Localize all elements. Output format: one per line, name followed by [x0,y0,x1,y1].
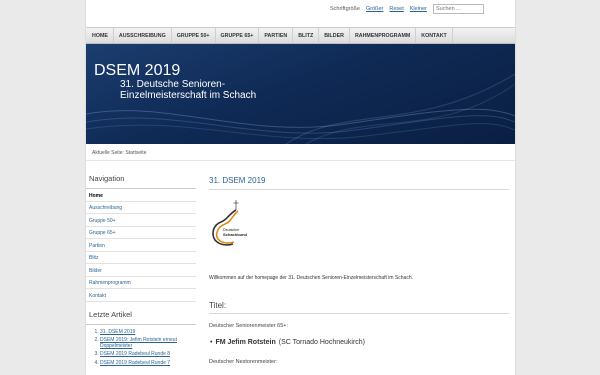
breadcrumb: Aktuelle Seite: Startseite [92,150,147,156]
font-smaller-link[interactable]: Kleiner [410,6,427,12]
sidebar-item-ausschreibung[interactable]: Ausschreibung [86,202,196,214]
nav-ausschreibung[interactable]: AUSSCHREIBUNG [114,28,172,43]
divider [86,160,515,161]
nav-gruppe-50[interactable]: GRUPPE 50+ [172,28,216,43]
champion-entry: • FM Jefim Rotstein (SC Tornado Hochneuk… [209,339,509,346]
latest-article-link[interactable]: 31. DSEM 2019 [100,328,196,336]
nav-kontakt[interactable]: KONTAKT [416,28,453,43]
main-nav: HOME AUSSCHREIBUNG GRUPPE 50+ GRUPPE 65+… [86,27,515,44]
latest-article-link[interactable]: DSEM 2019: Jefim Rotstein erneut Doppelm… [100,336,196,351]
nav-bilder[interactable]: BILDER [319,28,350,43]
sidebar-item-bilder[interactable]: Bilder [86,264,196,277]
sidebar-item-kontakt[interactable]: Kontakt [86,289,196,302]
font-size-controls: Schriftgröße Größer Reset Kleiner [330,6,427,12]
latest-article-link[interactable]: DSEM 2019 Radebeul Runde 7 [100,359,196,367]
sidebar-nav-list: Home Ausschreibung Gruppe 50+ Gruppe 65+… [86,189,196,302]
latest-articles-heading: Letzte Artikel [86,306,196,325]
main-content: 31. DSEM 2019 Deutscher Schachbund Willk… [209,170,509,365]
sidebar-item-rahmenprogramm[interactable]: Rahmenprogramm [86,277,196,289]
champion-name: FM Jefim Rotstein [215,339,276,346]
page: Schriftgröße Größer Reset Kleiner HOME A… [86,0,515,375]
nav-blitz[interactable]: BLITZ [293,28,320,43]
nav-home[interactable]: HOME [86,28,114,43]
logo-text-2: Schachbund [223,232,248,237]
font-reset-link[interactable]: Reset [389,6,403,12]
nestor-champion-label: Deutscher Nestorenmeister: [209,359,278,365]
site-subtitle: 31. Deutsche Senioren-Einzelmeisterschaf… [120,79,257,101]
search-input[interactable] [433,4,484,14]
senior-champion-label: Deutscher Seniorenmeister 65+: [209,323,289,329]
sidebar-nav-heading: Navigation [86,170,196,189]
latest-article-link[interactable]: DSEM 2019 Radebeul Runde 8 [100,350,196,358]
nav-rahmenprogramm[interactable]: RAHMENPROGRAMM [350,28,417,43]
nav-partien[interactable]: PARTIEN [259,28,294,43]
nav-gruppe-65[interactable]: GRUPPE 65+ [216,28,260,43]
bullet-icon: • [210,339,213,346]
latest-articles-list: 31. DSEM 2019 DSEM 2019: Jefim Rotstein … [86,328,196,367]
sidebar-item-home[interactable]: Home [86,189,196,202]
schachbund-logo: Deutscher Schachbund [212,200,248,246]
sidebar: Navigation Home Ausschreibung Gruppe 50+… [86,170,196,367]
section-title: Titel: [209,301,509,314]
sidebar-item-partien[interactable]: Partien [86,239,196,252]
sidebar-item-gruppe-50[interactable]: Gruppe 50+ [86,214,196,227]
site-title: DSEM 2019 [94,62,181,79]
font-bigger-link[interactable]: Größer [366,6,383,12]
header-banner: DSEM 2019 31. Deutsche Senioren-Einzelme… [86,44,515,144]
champion-club: (SC Tornado Hochneukirch) [278,339,365,346]
sidebar-item-gruppe-65[interactable]: Gruppe 65+ [86,227,196,239]
font-size-label: Schriftgröße [330,6,360,12]
welcome-text: Willkommen auf der homepage der 31. Deut… [209,275,413,281]
sidebar-item-blitz[interactable]: Blitz [86,252,196,264]
article-title[interactable]: 31. DSEM 2019 [209,170,509,190]
